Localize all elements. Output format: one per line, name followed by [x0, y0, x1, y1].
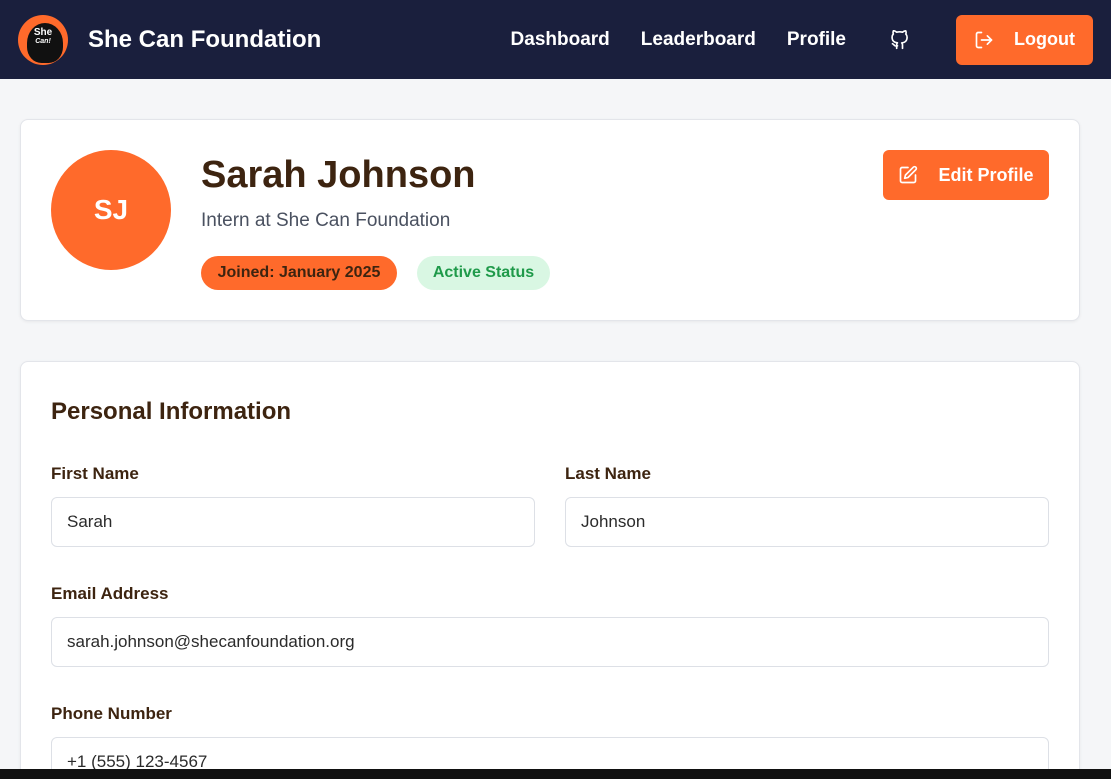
section-title: Personal Information	[51, 398, 292, 425]
logout-icon	[975, 31, 993, 48]
joined-badge: Joined: January 2025	[201, 256, 397, 290]
edit-profile-label: Edit Profile	[938, 164, 1034, 185]
profile-card: SJ Sarah Johnson Intern at She Can Found…	[20, 119, 1080, 321]
email-input[interactable]	[51, 617, 1049, 667]
edit-profile-button[interactable]: Edit Profile	[883, 150, 1049, 200]
logout-button[interactable]: Logout	[956, 14, 1093, 65]
nav-link-leaderboard[interactable]: Leaderboard	[641, 29, 756, 51]
nav-links: Dashboard Leaderboard Profile	[511, 29, 910, 51]
first-name-input[interactable]	[51, 497, 535, 547]
navbar: She Can! She Can Foundation Dashboard Le…	[0, 0, 1111, 79]
phone-label: Phone Number	[51, 704, 172, 723]
github-icon[interactable]	[890, 29, 910, 50]
last-name-input[interactable]	[565, 497, 1049, 547]
status-badge: Active Status	[417, 256, 550, 290]
logo[interactable]: She Can!	[18, 14, 68, 65]
edit-icon	[900, 165, 918, 184]
logo-text: She Can!	[33, 26, 53, 45]
email-label: Email Address	[51, 584, 169, 603]
first-name-label: First Name	[51, 464, 139, 483]
brand-name[interactable]: She Can Foundation	[88, 26, 321, 54]
avatar: SJ	[51, 150, 171, 270]
last-name-label: Last Name	[565, 464, 651, 483]
personal-info-card: Personal Information First Name Last Nam…	[20, 361, 1080, 779]
window-bottom-edge	[0, 769, 1111, 779]
profile-role: Intern at She Can Foundation	[201, 210, 451, 231]
logout-label: Logout	[1014, 29, 1075, 49]
nav-link-dashboard[interactable]: Dashboard	[511, 29, 610, 51]
profile-name: Sarah Johnson	[201, 154, 476, 196]
nav-link-profile[interactable]: Profile	[787, 29, 846, 51]
